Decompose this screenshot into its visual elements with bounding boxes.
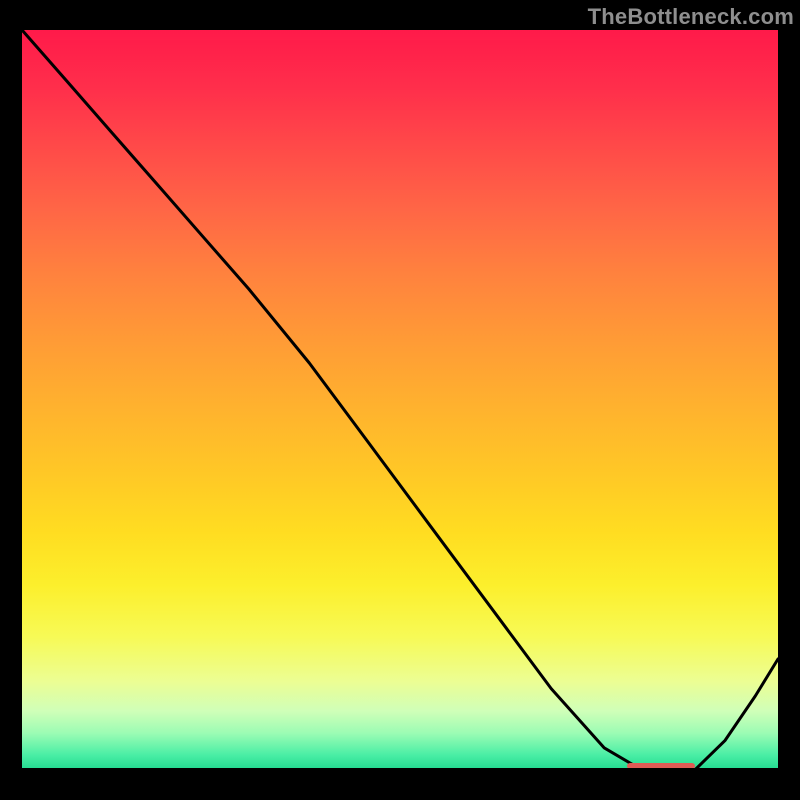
curve-path xyxy=(22,30,778,770)
plot-baseline xyxy=(22,768,778,770)
bottleneck-curve xyxy=(22,30,778,770)
watermark-text: TheBottleneck.com xyxy=(588,4,794,30)
chart-stage: TheBottleneck.com xyxy=(0,0,800,800)
